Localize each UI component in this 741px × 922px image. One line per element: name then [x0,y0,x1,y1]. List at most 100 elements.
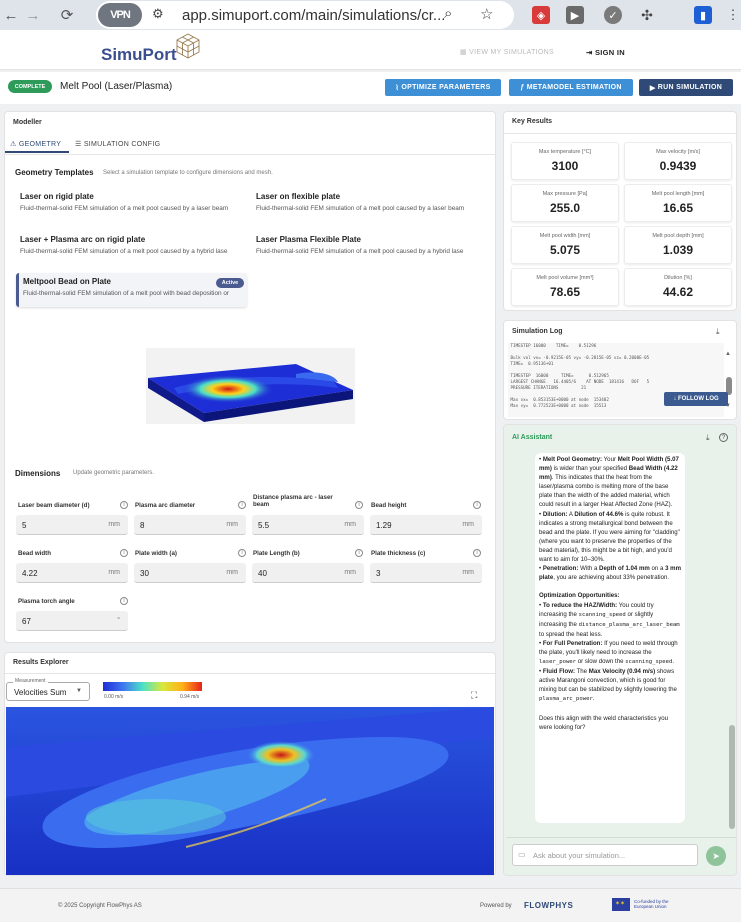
optimize-parameters-button[interactable]: ⌇ OPTIMIZE PARAMETERS [385,79,501,96]
send-button[interactable]: ➤ [706,846,726,866]
forward-arrow-icon[interactable]: → [24,6,42,24]
tab-active-indicator [5,151,69,153]
modeller-panel: Modeller ⚠ GEOMETRY ☰ SIMULATION CONFIG … [4,111,496,643]
grid-icon: ▦ [460,49,470,56]
triangle-icon: ⚠ [10,141,19,148]
results-3d-view[interactable] [6,707,494,875]
plate-length-input[interactable]: 40 mm [252,563,364,583]
result-card: Melt pool width [mm] 5.075 [511,226,619,264]
info-icon[interactable]: i [238,501,246,509]
download-icon[interactable]: ⤓ [706,433,710,443]
template-card-laser-plasma-flexible[interactable]: Laser Plasma Flexible Plate Fluid-therma… [252,231,482,263]
geometry-templates-subtitle: Select a simulation template to configur… [103,170,273,176]
template-card-laser-rigid[interactable]: Laser on rigid plate Fluid-thermal-solid… [16,188,246,220]
divider [5,673,495,674]
tab-geometry[interactable]: ⚠ GEOMETRY [10,140,61,148]
bead-height-input[interactable]: 1.29 mm [370,515,482,535]
status-badge: COMPLETE [8,80,52,93]
info-icon[interactable]: i [473,549,481,557]
plasma-arc-diameter-input[interactable]: 8 mm [134,515,246,535]
zoom-icon[interactable]: ⌕ [444,5,452,22]
active-badge: Active [216,278,244,288]
flowphys-logo[interactable]: FLOWPHYS [524,901,573,910]
page-title: Melt Pool (Laser/Plasma) [60,81,173,92]
field-label: Bead height [371,502,407,509]
info-icon[interactable]: i [238,549,246,557]
simulation-title-bar: COMPLETE Melt Pool (Laser/Plasma) ⌇ OPTI… [0,72,741,104]
result-card: Melt pool length [mm] 16.65 [624,184,732,222]
bookmark-star-icon[interactable]: ☆ [480,5,493,23]
follow-log-button[interactable]: ↓ FOLLOW LOG [664,392,728,406]
simulation-log-title: Simulation Log [512,328,563,335]
plate-thickness-input[interactable]: 3 mm [370,563,482,583]
field-label: Distance plasma arc - laser beam [253,494,333,508]
result-card: Melt pool volume [mm³] 78.65 [511,268,619,306]
chat-scrollbar[interactable] [729,725,735,829]
help-icon[interactable]: ? [719,433,728,442]
logo-text[interactable]: SimuPort [101,45,177,65]
info-icon[interactable]: i [120,501,128,509]
tab-simulation-config[interactable]: ☰ SIMULATION CONFIG [75,140,160,148]
template-card-laser-flexible[interactable]: Laser on flexible plate Fluid-thermal-so… [252,188,482,220]
dimensions-title: Dimensions [15,469,61,478]
download-icon[interactable]: ⤓ [716,327,720,337]
extensions-puzzle-icon[interactable]: ✣ [638,6,656,24]
eu-flag-icon: ✶✶ [612,898,630,911]
result-card: Max pressure [Pa] 255.0 [511,184,619,222]
scale-max-label: 0.94 m/s [180,694,200,700]
sliders-icon: ☰ [75,141,84,148]
dimensions-subtitle: Update geometric parameters. [73,470,155,476]
measurement-select[interactable]: Measurement Velocities Sum ▼ [6,678,90,701]
plasma-torch-angle-input[interactable]: 67 ° [16,611,128,631]
shield-extension-icon[interactable]: ◈ [532,6,550,24]
dropdown-caret-icon: ▼ [76,688,82,694]
run-simulation-button[interactable]: ▶ RUN SIMULATION [639,79,733,96]
key-results-panel: Key Results Max temperature [°C] 3100 Max… [503,111,737,311]
fullscreen-icon[interactable]: ⛶ [471,690,477,701]
field-label: Plate Length (b) [253,550,300,557]
profile-icon[interactable]: ▮ [694,6,712,24]
result-card: Max temperature [°C] 3100 [511,142,619,180]
template-card-laser-plasma-rigid[interactable]: Laser + Plasma arc on rigid plate Fluid-… [16,231,246,263]
field-label: Bead width [18,550,52,557]
modeller-title: Modeller [13,119,42,126]
info-icon[interactable]: i [473,501,481,509]
address-bar[interactable]: VPN ⚙ app.simuport.com/main/simulations/… [96,1,514,29]
chat-bubble-icon: ▭ [518,850,526,859]
vpn-badge[interactable]: VPN [98,3,142,27]
bead-width-input[interactable]: 4.22 mm [16,563,128,583]
template-card-meltpool-bead[interactable]: Meltpool Bead on Plate Fluid-thermal-sol… [16,273,247,307]
check-extension-icon[interactable]: ✓ [604,6,622,24]
field-label: Plasma torch angle [18,598,75,605]
field-label: Plasma arc diameter [135,502,196,509]
geometry-preview-image [146,348,355,424]
site-settings-icon[interactable]: ⚙ [152,6,172,24]
sign-in-button[interactable]: ⇥ SIGN IN [586,48,625,57]
result-card: Dilution [%] 44.62 [624,268,732,306]
scale-min-label: 0.00 m/s [104,694,124,700]
distance-plasma-laser-input[interactable]: 5.5 mm [252,515,364,535]
laser-beam-diameter-input[interactable]: 5 mm [16,515,128,535]
send-arrow-icon: ➤ [712,850,720,861]
divider [506,837,736,838]
chat-input[interactable]: ▭ Ask about your simulation... [512,844,698,866]
view-simulations-button[interactable]: ▦ VIEW MY SIMULATIONS [460,48,554,56]
info-icon[interactable]: i [355,501,363,509]
metamodel-estimation-button[interactable]: ƒ METAMODEL ESTIMATION [509,79,633,96]
powered-by-text: Powered by [480,903,512,909]
menu-kebab-icon[interactable]: ⋮ [724,6,741,24]
geometry-templates-title: Geometry Templates [15,168,94,177]
info-icon[interactable]: i [120,597,128,605]
info-icon[interactable]: i [120,549,128,557]
url-text[interactable]: app.simuport.com/main/simulations/cr... [182,7,445,24]
back-arrow-icon[interactable]: ← [2,6,20,24]
reload-icon[interactable]: ⟳ [58,6,76,24]
results-explorer-panel: Results Explorer Measurement Velocities … [4,652,496,876]
info-icon[interactable]: i [355,549,363,557]
login-icon: ⇥ [586,48,595,57]
divider [504,133,736,134]
play-icon: ▶ [649,84,658,92]
plate-width-input[interactable]: 30 mm [134,563,246,583]
video-extension-icon[interactable]: ▶ [566,6,584,24]
footer: © 2025 Copyright FlowPhys AS Powered by … [0,888,741,922]
